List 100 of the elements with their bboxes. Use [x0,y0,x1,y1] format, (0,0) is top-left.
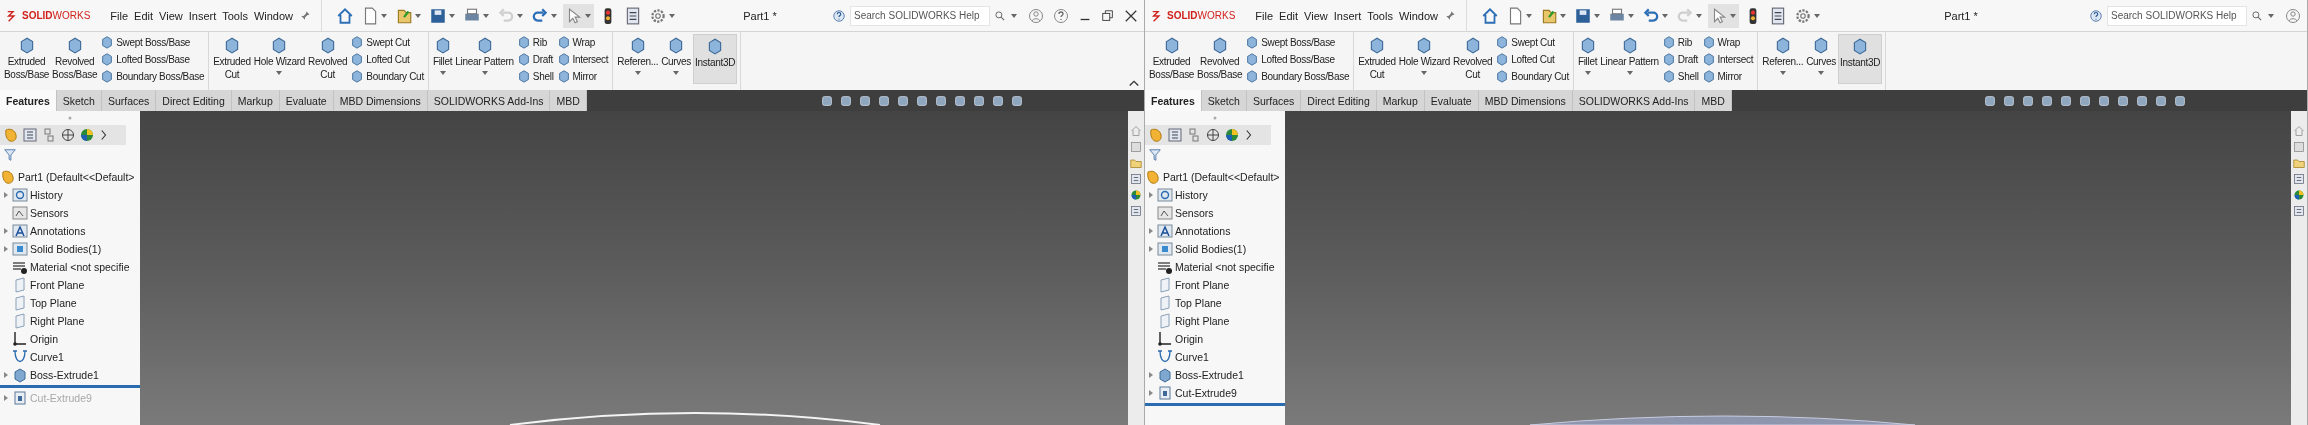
ribbon-button[interactable]: Linear Pattern [1599,34,1660,84]
expand-arrow-icon[interactable] [1147,191,1155,199]
tree-item[interactable]: Top Plane [1145,294,1285,312]
crosshair-icon[interactable] [1205,127,1221,143]
caret-icon[interactable] [1817,69,1826,77]
crosshair-icon[interactable] [60,127,76,143]
tree-item[interactable]: Origin [0,330,140,348]
tree-item[interactable]: Sensors [0,204,140,222]
expand-arrow-icon[interactable] [2,227,10,235]
appearance-icon[interactable] [79,127,95,143]
caret-icon[interactable] [1627,11,1636,20]
settings-icon[interactable] [1794,6,1813,25]
ribbon-button[interactable]: Revolved Cut [307,34,349,84]
tree-item[interactable]: Annotations [0,222,140,240]
tree-item[interactable]: Curve1 [1145,348,1285,366]
ribbon-button[interactable]: Swept Cut [349,34,425,50]
undo-icon[interactable] [1642,6,1661,25]
ribbon-button[interactable]: Boundary Cut [349,68,425,84]
ribbon-button[interactable]: Boundary Boss/Base [99,68,206,84]
tree-item[interactable]: Sensors [1145,204,1285,222]
ribbon-button[interactable]: Extruded Boss/Base [1148,34,1196,84]
ribbon-button[interactable]: Draft [515,51,555,67]
ribbon-button[interactable]: Lofted Cut [349,51,425,67]
caret-icon[interactable] [2267,11,2275,20]
ribbon-button[interactable]: Extruded Cut [212,34,252,84]
tree-item[interactable]: Annotations [1145,222,1285,240]
help-icon[interactable] [1053,7,1069,24]
menu-item[interactable]: View [1304,9,1328,22]
caret-icon[interactable] [414,11,423,20]
ribbon-button[interactable]: Linear Pattern [454,34,515,84]
menu-item[interactable]: Edit [134,9,154,22]
search-field[interactable]: Search SOLIDWORKS Help [850,5,990,26]
menu-item[interactable]: Window [253,9,294,22]
list-icon[interactable] [1130,173,1142,185]
ribbon-button[interactable]: Lofted Boss/Base [99,51,206,67]
menu-item[interactable]: File [110,9,129,22]
search-icon[interactable] [2251,9,2263,22]
ribbon-button[interactable]: Rib [1660,34,1700,50]
home-icon[interactable] [336,6,355,25]
settings-icon[interactable] [649,6,668,25]
expand-arrow-icon[interactable] [1147,227,1155,235]
list-icon[interactable] [2293,205,2305,217]
menu-item[interactable]: Window [1398,9,1439,22]
list-icon[interactable] [2293,173,2305,185]
ribbon-button[interactable]: Fillet [431,34,454,84]
ribbon-button[interactable]: Rib [515,34,555,50]
caret-icon[interactable] [275,69,284,77]
ribbon-button[interactable]: Referen... [616,34,660,84]
menu-item[interactable]: Tools [1367,9,1393,22]
ribbon-button[interactable]: Intersect [555,51,610,67]
save-icon[interactable] [1574,6,1593,25]
ribbon-button[interactable]: Boundary Cut [1494,68,1570,84]
restore-icon[interactable] [1101,8,1115,23]
ribbon-button[interactable]: Mirror [1700,68,1755,84]
filter-icon[interactable] [3,148,17,162]
expand-arrow-icon[interactable] [2,371,10,379]
ribbon-button[interactable]: Mirror [555,68,610,84]
caret-icon[interactable] [448,11,457,20]
ribbon-button[interactable]: Lofted Boss/Base [1244,51,1351,67]
list-icon[interactable] [1130,205,1142,217]
tree-item[interactable]: Front Plane [0,276,140,294]
tree-item[interactable]: Part1 (Default<<Default> [1145,168,1285,186]
ribbon-button[interactable]: Swept Boss/Base [99,34,206,50]
caret-icon[interactable] [1525,11,1534,20]
expand-arrow-icon[interactable] [2,191,10,199]
tree-item[interactable]: Part1 (Default<<Default> [0,168,140,186]
caret-icon[interactable] [380,11,389,20]
caret-icon[interactable] [1559,11,1568,20]
ribbon-button[interactable]: Instant3D [693,34,738,84]
caret-icon[interactable] [1593,11,1602,20]
close-icon[interactable] [1124,8,1138,23]
ribbon-button[interactable]: Swept Cut [1494,34,1570,50]
grip-icon[interactable] [67,115,73,121]
tree-item[interactable]: History [1145,186,1285,204]
ribbon-button[interactable]: Revolved Boss/Base [51,34,99,84]
tree-item[interactable]: Cut-Extrude9 [1145,384,1285,402]
expand-arrow-icon[interactable] [1147,389,1155,397]
tree-item[interactable]: Boss-Extrude1 [0,366,140,384]
ribbon-button[interactable]: Shell [515,68,555,84]
ribbon-button[interactable]: Extruded Cut [1357,34,1397,84]
search-icon[interactable] [994,9,1006,22]
tree-item[interactable]: Material <not specifie [1145,258,1285,276]
caret-icon[interactable] [480,69,489,77]
tree-item[interactable]: Top Plane [0,294,140,312]
expand-arrow-icon[interactable] [2,394,10,402]
ribbon-tab[interactable]: Features [0,90,57,111]
caret-icon[interactable] [1778,69,1787,77]
caret-icon[interactable] [1661,11,1670,20]
pin-icon[interactable] [299,9,312,22]
user-icon[interactable] [2285,7,2301,24]
pin-icon[interactable] [1444,9,1457,22]
ribbon-tab[interactable]: Features [1145,90,1202,111]
ribbon-button[interactable]: Wrap [555,34,610,50]
ribbon-button[interactable]: Lofted Cut [1494,51,1570,67]
tree-item[interactable]: Origin [1145,330,1285,348]
ribbon-button[interactable]: Hole Wizard [1397,34,1451,84]
expand-arrow-icon[interactable] [1147,245,1155,253]
tree-item[interactable]: Solid Bodies(1) [0,240,140,258]
tree-item[interactable]: History [0,186,140,204]
caret-icon[interactable] [1625,69,1634,77]
